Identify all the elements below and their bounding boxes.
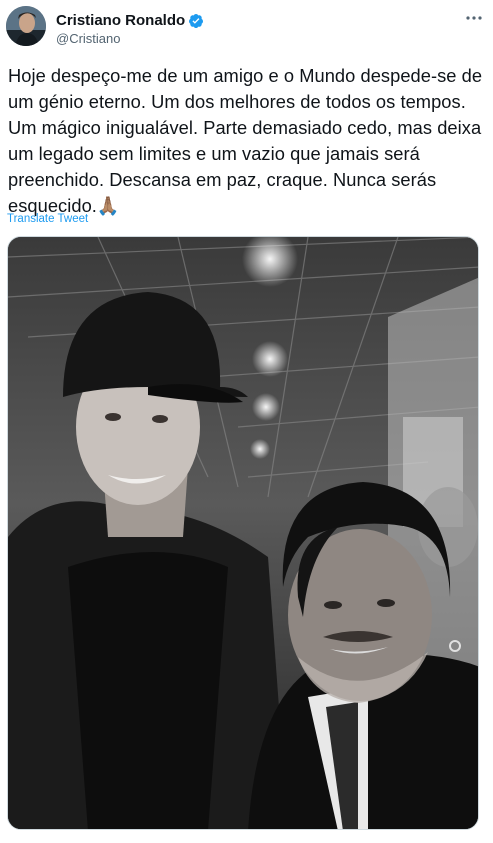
avatar[interactable]: [6, 6, 46, 46]
author-handle[interactable]: @Cristiano: [56, 31, 121, 46]
tweet-card: Cristiano Ronaldo @Cristiano Hoje despeç…: [0, 0, 493, 843]
tweet-header: Cristiano Ronaldo @Cristiano: [6, 6, 483, 48]
tweet-photo[interactable]: [7, 236, 479, 830]
more-horizontal-icon[interactable]: [465, 10, 483, 26]
translate-tweet-link[interactable]: Translate Tweet: [7, 213, 88, 225]
verified-badge-icon: [188, 13, 204, 29]
author-display-name[interactable]: Cristiano Ronaldo: [56, 12, 185, 29]
tweet-text: Hoje despeço-me de um amigo e o Mundo de…: [8, 65, 483, 216]
author-name-row[interactable]: Cristiano Ronaldo: [56, 12, 204, 29]
